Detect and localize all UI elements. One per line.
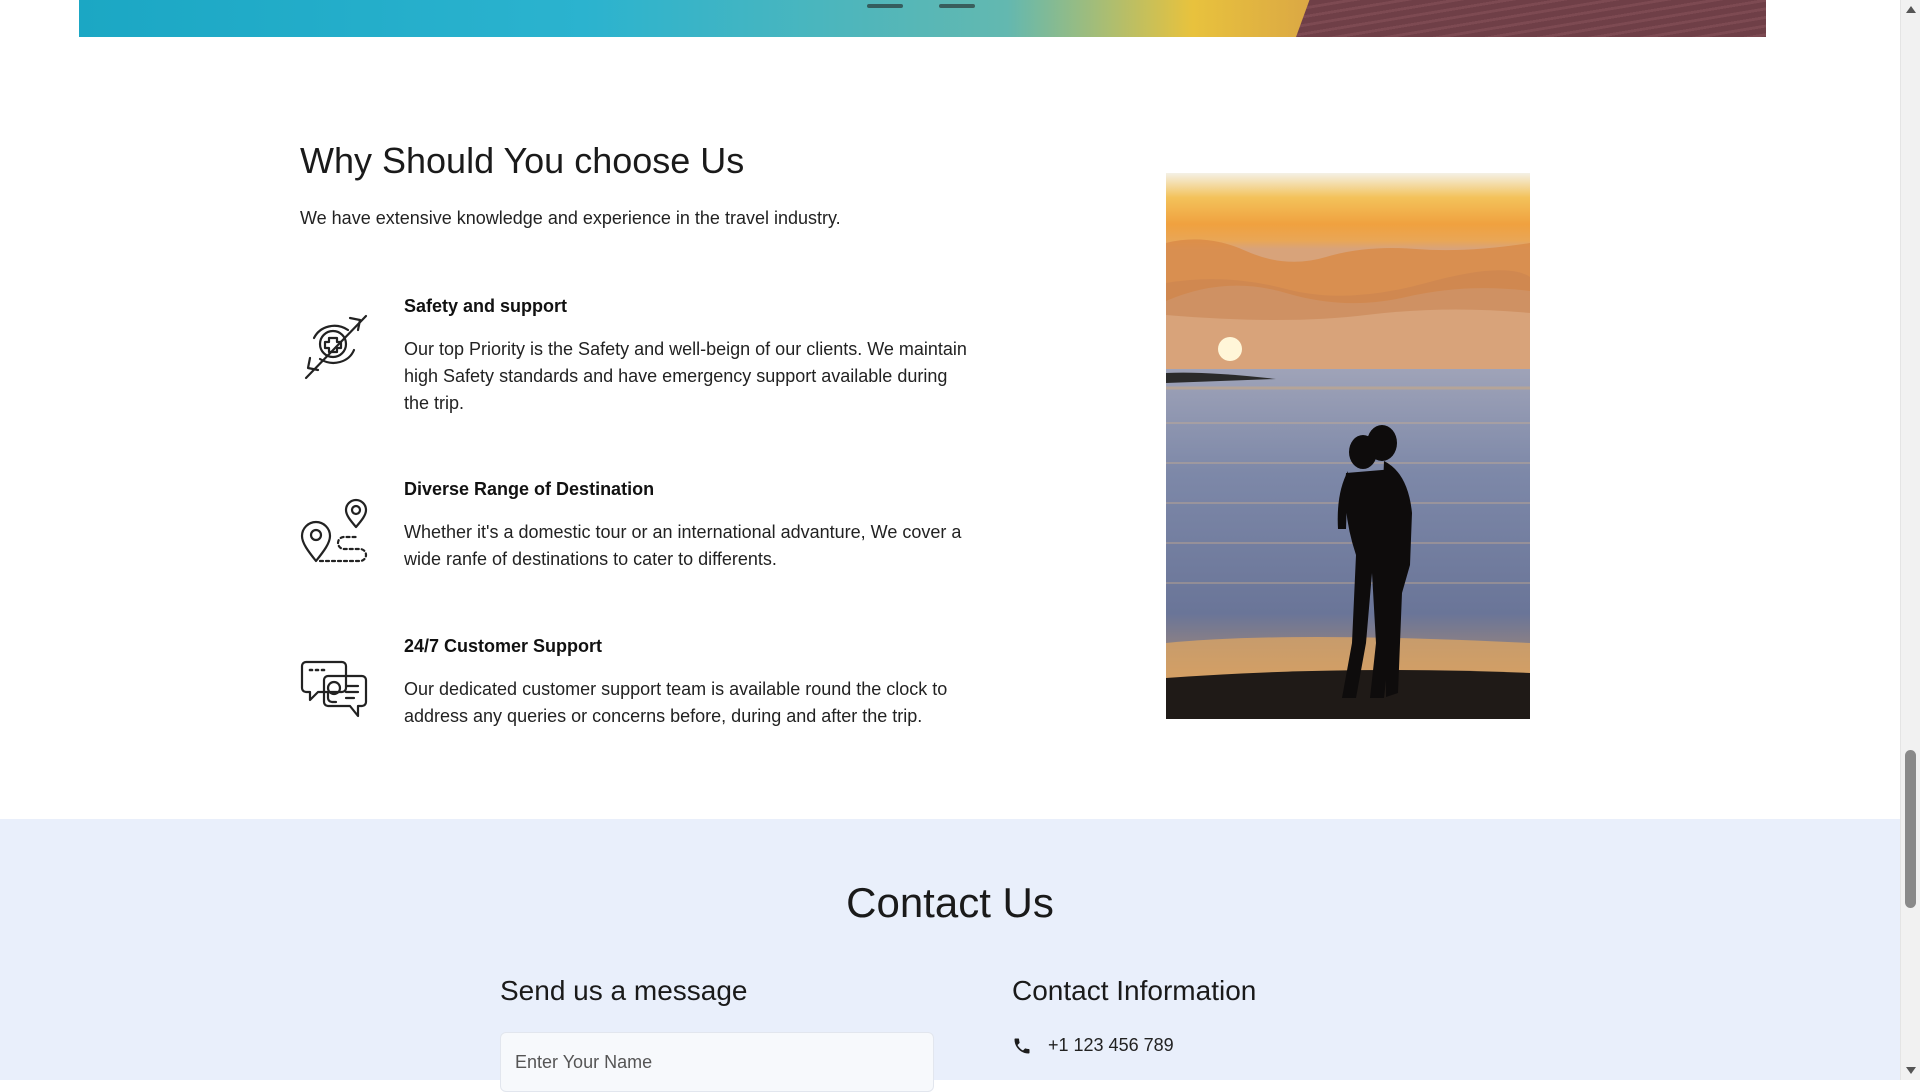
contact-title: Contact Us — [846, 879, 1054, 926]
feature-title: Diverse Range of Destination — [404, 479, 655, 499]
send-message-title: Send us a message — [500, 975, 748, 1006]
why-section-intro: We have extensive knowledge and experien… — [300, 208, 841, 228]
scroll-down-arrow-icon[interactable] — [1906, 1067, 1916, 1074]
why-section-title: Why Should You choose Us — [300, 140, 745, 181]
phone-icon — [1014, 1038, 1030, 1053]
couple-sunset-photo — [1166, 173, 1530, 719]
scroll-up-arrow-icon[interactable] — [1906, 6, 1916, 13]
page-scrollbar[interactable] — [1900, 0, 1920, 1080]
contact-info-title: Contact Information — [1012, 975, 1257, 1006]
scrollbar-thumb[interactable] — [1905, 750, 1916, 908]
phone-row: +1 123 456 789 — [1012, 1035, 1174, 1056]
feature-description: Our top Priority is the Safety and well-… — [404, 339, 967, 413]
medical-safety-hands-icon — [304, 314, 368, 380]
feature-description: Our dedicated customer support team is a… — [404, 679, 948, 726]
feature-title: 24/7 Customer Support — [404, 636, 603, 656]
name-input[interactable] — [500, 1032, 934, 1092]
feature-title: Safety and support — [404, 296, 568, 316]
wooden-deck-image — [1296, 0, 1766, 37]
feature-description: Whether it's a domestic tour or an inter… — [404, 522, 962, 569]
banner-detail — [867, 4, 903, 8]
phone-number[interactable]: +1 123 456 789 — [1048, 1035, 1174, 1056]
banner-detail — [939, 4, 975, 8]
map-pins-route-icon — [300, 498, 368, 563]
contact-section: Contact Us Send us a message Contact Inf… — [0, 819, 1900, 1092]
hero-image-strip — [79, 0, 1766, 37]
customer-support-chat-icon — [300, 660, 368, 718]
